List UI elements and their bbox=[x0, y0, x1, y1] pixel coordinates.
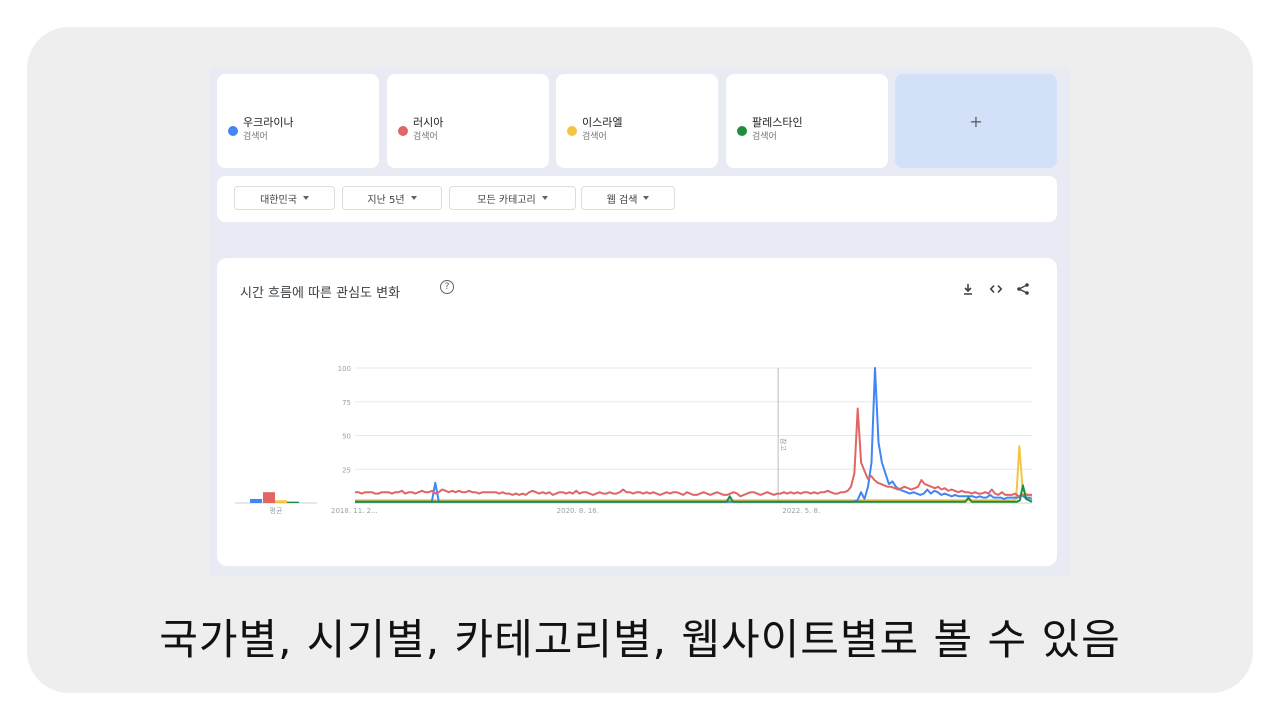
term-type: 검색어 bbox=[243, 132, 268, 142]
caret-down-icon bbox=[302, 196, 309, 200]
y-tick-label: 75 bbox=[342, 399, 351, 407]
term-card-1[interactable]: 우크라이나 검색어 bbox=[217, 74, 379, 168]
google-trends-panel: 우크라이나 검색어 러시아 검색어 이스라엘 검색어 팔레스타인 검색어 + 대… bbox=[210, 68, 1070, 576]
region-filter-label: 대한민국 bbox=[260, 194, 297, 206]
term-type: 검색어 bbox=[752, 132, 777, 142]
term-color-dot bbox=[398, 126, 408, 136]
y-tick-label: 25 bbox=[342, 466, 351, 474]
average-bar bbox=[263, 492, 275, 503]
y-tick-label: 50 bbox=[342, 433, 351, 441]
term-color-dot bbox=[567, 126, 577, 136]
add-term-button[interactable]: + bbox=[895, 74, 1057, 168]
average-bar bbox=[275, 500, 287, 503]
category-filter[interactable]: 모든 카테고리 bbox=[449, 186, 576, 210]
average-bar bbox=[287, 501, 299, 503]
period-filter[interactable]: 지난 5년 bbox=[342, 186, 442, 210]
term-name: 이스라엘 bbox=[582, 116, 623, 129]
average-label: 평균 bbox=[270, 506, 283, 515]
search-type-filter-label: 웹 검색 bbox=[606, 194, 638, 206]
term-name: 팔레스타인 bbox=[752, 116, 803, 129]
average-bar bbox=[250, 498, 262, 503]
interest-over-time-card: 시간 흐름에 따른 관심도 변화 ? 100 75 50 25 참고 2018. 11. … bbox=[217, 258, 1057, 566]
term-card-4[interactable]: 팔레스타인 검색어 bbox=[726, 74, 888, 168]
caret-down-icon bbox=[643, 196, 650, 200]
term-type: 검색어 bbox=[413, 132, 438, 142]
y-tick-label: 100 bbox=[338, 365, 351, 373]
period-filter-label: 지난 5년 bbox=[367, 194, 405, 206]
note-marker-label: 참고 bbox=[779, 438, 787, 451]
category-filter-label: 모든 카테고리 bbox=[477, 194, 536, 206]
term-card-3[interactable]: 이스라엘 검색어 bbox=[556, 74, 718, 168]
series-line-2 bbox=[355, 407, 1032, 498]
x-tick-label: 2020. 8. 16. bbox=[557, 507, 599, 515]
term-name: 우크라이나 bbox=[243, 116, 294, 129]
region-filter[interactable]: 대한민국 bbox=[234, 186, 335, 210]
term-type: 검색어 bbox=[582, 132, 607, 142]
caret-down-icon bbox=[541, 196, 548, 200]
caret-down-icon bbox=[410, 196, 417, 200]
term-name: 러시아 bbox=[413, 116, 444, 129]
term-color-dot bbox=[228, 126, 238, 136]
series-line-1 bbox=[355, 367, 1033, 503]
line-chart: 100 75 50 25 참고 2018. 11. 2... 2020. 8. 16. 202… bbox=[235, 365, 1033, 515]
filter-bar: 대한민국 지난 5년 모든 카테고리 웹 검색 bbox=[217, 176, 1057, 222]
search-type-filter[interactable]: 웹 검색 bbox=[581, 186, 675, 210]
x-tick-label: 2018. 11. 2... bbox=[331, 507, 378, 515]
slide-caption: 국가별, 시기별, 카테고리별, 웹사이트별로 볼 수 있음 bbox=[159, 615, 1121, 664]
term-card-2[interactable]: 러시아 검색어 bbox=[387, 74, 549, 168]
x-tick-label: 2022. 5. 8. bbox=[782, 507, 820, 515]
term-color-dot bbox=[737, 126, 747, 136]
